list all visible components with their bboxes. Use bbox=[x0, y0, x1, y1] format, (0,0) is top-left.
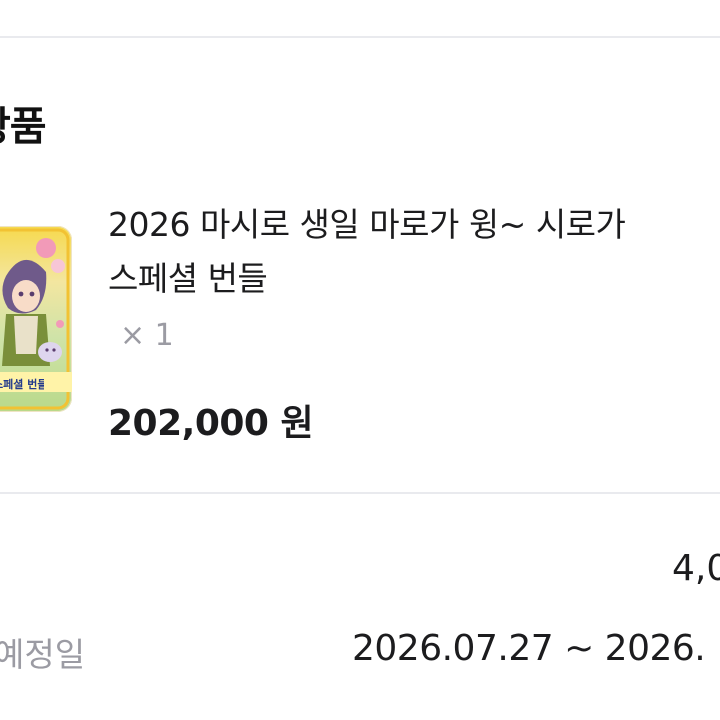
summary-row-1-value: 4,0 bbox=[672, 548, 720, 589]
section-title: 상품 bbox=[0, 104, 47, 150]
product-title-line-2: 스페셜 번들 bbox=[108, 259, 268, 298]
product-quantity: × 1 bbox=[120, 318, 174, 353]
summary-row-2-label: 예정일 bbox=[0, 635, 86, 674]
order-detail-page: 상품 ~ 스페셜 번들 2026 마시로 생일 마로가 윙~ 시로가 스페셜 번… bbox=[0, 0, 720, 720]
top-divider bbox=[0, 36, 720, 38]
product-price: 202,000 원 bbox=[108, 403, 314, 444]
section-divider bbox=[0, 492, 720, 494]
summary-row-2-value: 2026.07.27 ~ 2026. bbox=[352, 628, 706, 669]
product-title[interactable]: 2026 마시로 생일 마로가 윙~ 시로가 스페셜 번들 bbox=[108, 198, 720, 306]
thumbnail-banner-text: ~ 스페셜 번들 bbox=[0, 378, 44, 391]
product-thumbnail[interactable]: ~ 스페셜 번들 bbox=[0, 226, 72, 412]
product-title-line-1: 2026 마시로 생일 마로가 윙~ 시로가 bbox=[108, 205, 626, 244]
